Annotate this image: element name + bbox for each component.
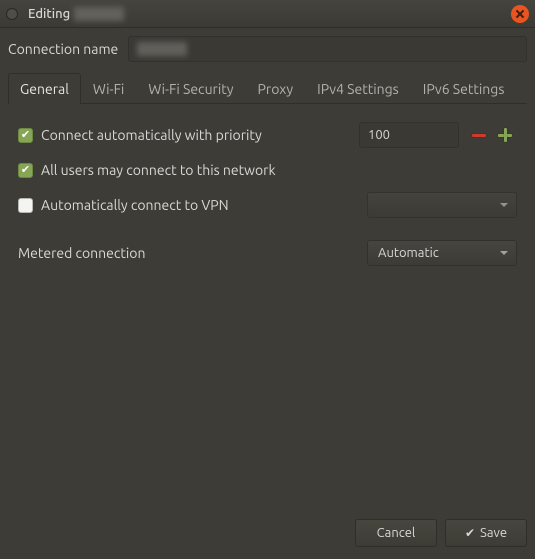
tab-ipv6-settings[interactable]: IPv6 Settings [411,73,517,104]
connection-name-value [137,42,187,56]
row-auto-vpn: Automatically connect to VPN [18,192,517,218]
vpn-select[interactable] [367,192,517,218]
tab-bar: General Wi-Fi Wi-Fi Security Proxy IPv4 … [8,72,527,104]
auto-connect-check[interactable]: ✔ Connect automatically with priority [18,127,351,143]
minus-icon [472,134,486,137]
priority-decrement-button[interactable] [467,123,491,147]
save-button[interactable]: ✔ Save [445,519,527,547]
priority-spinbox[interactable]: 100 [359,122,459,148]
tab-ipv4-settings[interactable]: IPv4 Settings [305,73,411,104]
dialog-content: Connection name General Wi-Fi Wi-Fi Secu… [0,28,535,509]
dialog-window: Editing Connection name General Wi-Fi Wi… [0,0,535,559]
all-users-label: All users may connect to this network [41,162,276,178]
auto-connect-label: Connect automatically with priority [41,127,262,143]
tab-general[interactable]: General [8,73,81,104]
priority-increment-button[interactable] [493,123,517,147]
row-all-users: ✔ All users may connect to this network [18,162,517,178]
check-icon: ✔ [465,526,475,540]
tab-proxy[interactable]: Proxy [246,73,306,104]
titlebar: Editing [0,0,535,28]
connection-name-label: Connection name [8,41,118,57]
checkbox-icon [18,198,33,213]
all-users-check[interactable]: ✔ All users may connect to this network [18,162,517,178]
metered-select-value: Automatic [378,246,439,260]
dialog-footer: Cancel ✔ Save [0,509,535,559]
auto-vpn-check[interactable]: Automatically connect to VPN [18,197,359,213]
cancel-button-label: Cancel [377,526,416,540]
tab-wifi[interactable]: Wi-Fi [81,73,136,104]
metered-select[interactable]: Automatic [367,240,517,266]
auto-vpn-label: Automatically connect to VPN [41,197,229,213]
window-menu-button[interactable] [6,8,18,20]
connection-name-input[interactable] [128,36,527,62]
window-controls-left [6,8,18,20]
chevron-down-icon [500,203,508,207]
cancel-button[interactable]: Cancel [355,519,437,547]
window-title-network-name [74,7,124,21]
checkbox-icon: ✔ [18,128,33,143]
metered-label: Metered connection [18,245,359,261]
chevron-down-icon [500,251,508,255]
close-button[interactable] [511,5,529,23]
row-metered: Metered connection Automatic [18,240,517,266]
save-button-label: Save [480,526,507,540]
checkbox-icon: ✔ [18,163,33,178]
tab-panel-general: ✔ Connect automatically with priority 10… [8,104,527,509]
connection-name-row: Connection name [8,36,527,62]
priority-controls [467,123,517,147]
window-title-prefix: Editing [28,7,70,21]
window-title: Editing [28,7,124,21]
tab-wifi-security[interactable]: Wi-Fi Security [136,73,245,104]
row-auto-connect: ✔ Connect automatically with priority 10… [18,122,517,148]
close-icon [516,10,524,18]
